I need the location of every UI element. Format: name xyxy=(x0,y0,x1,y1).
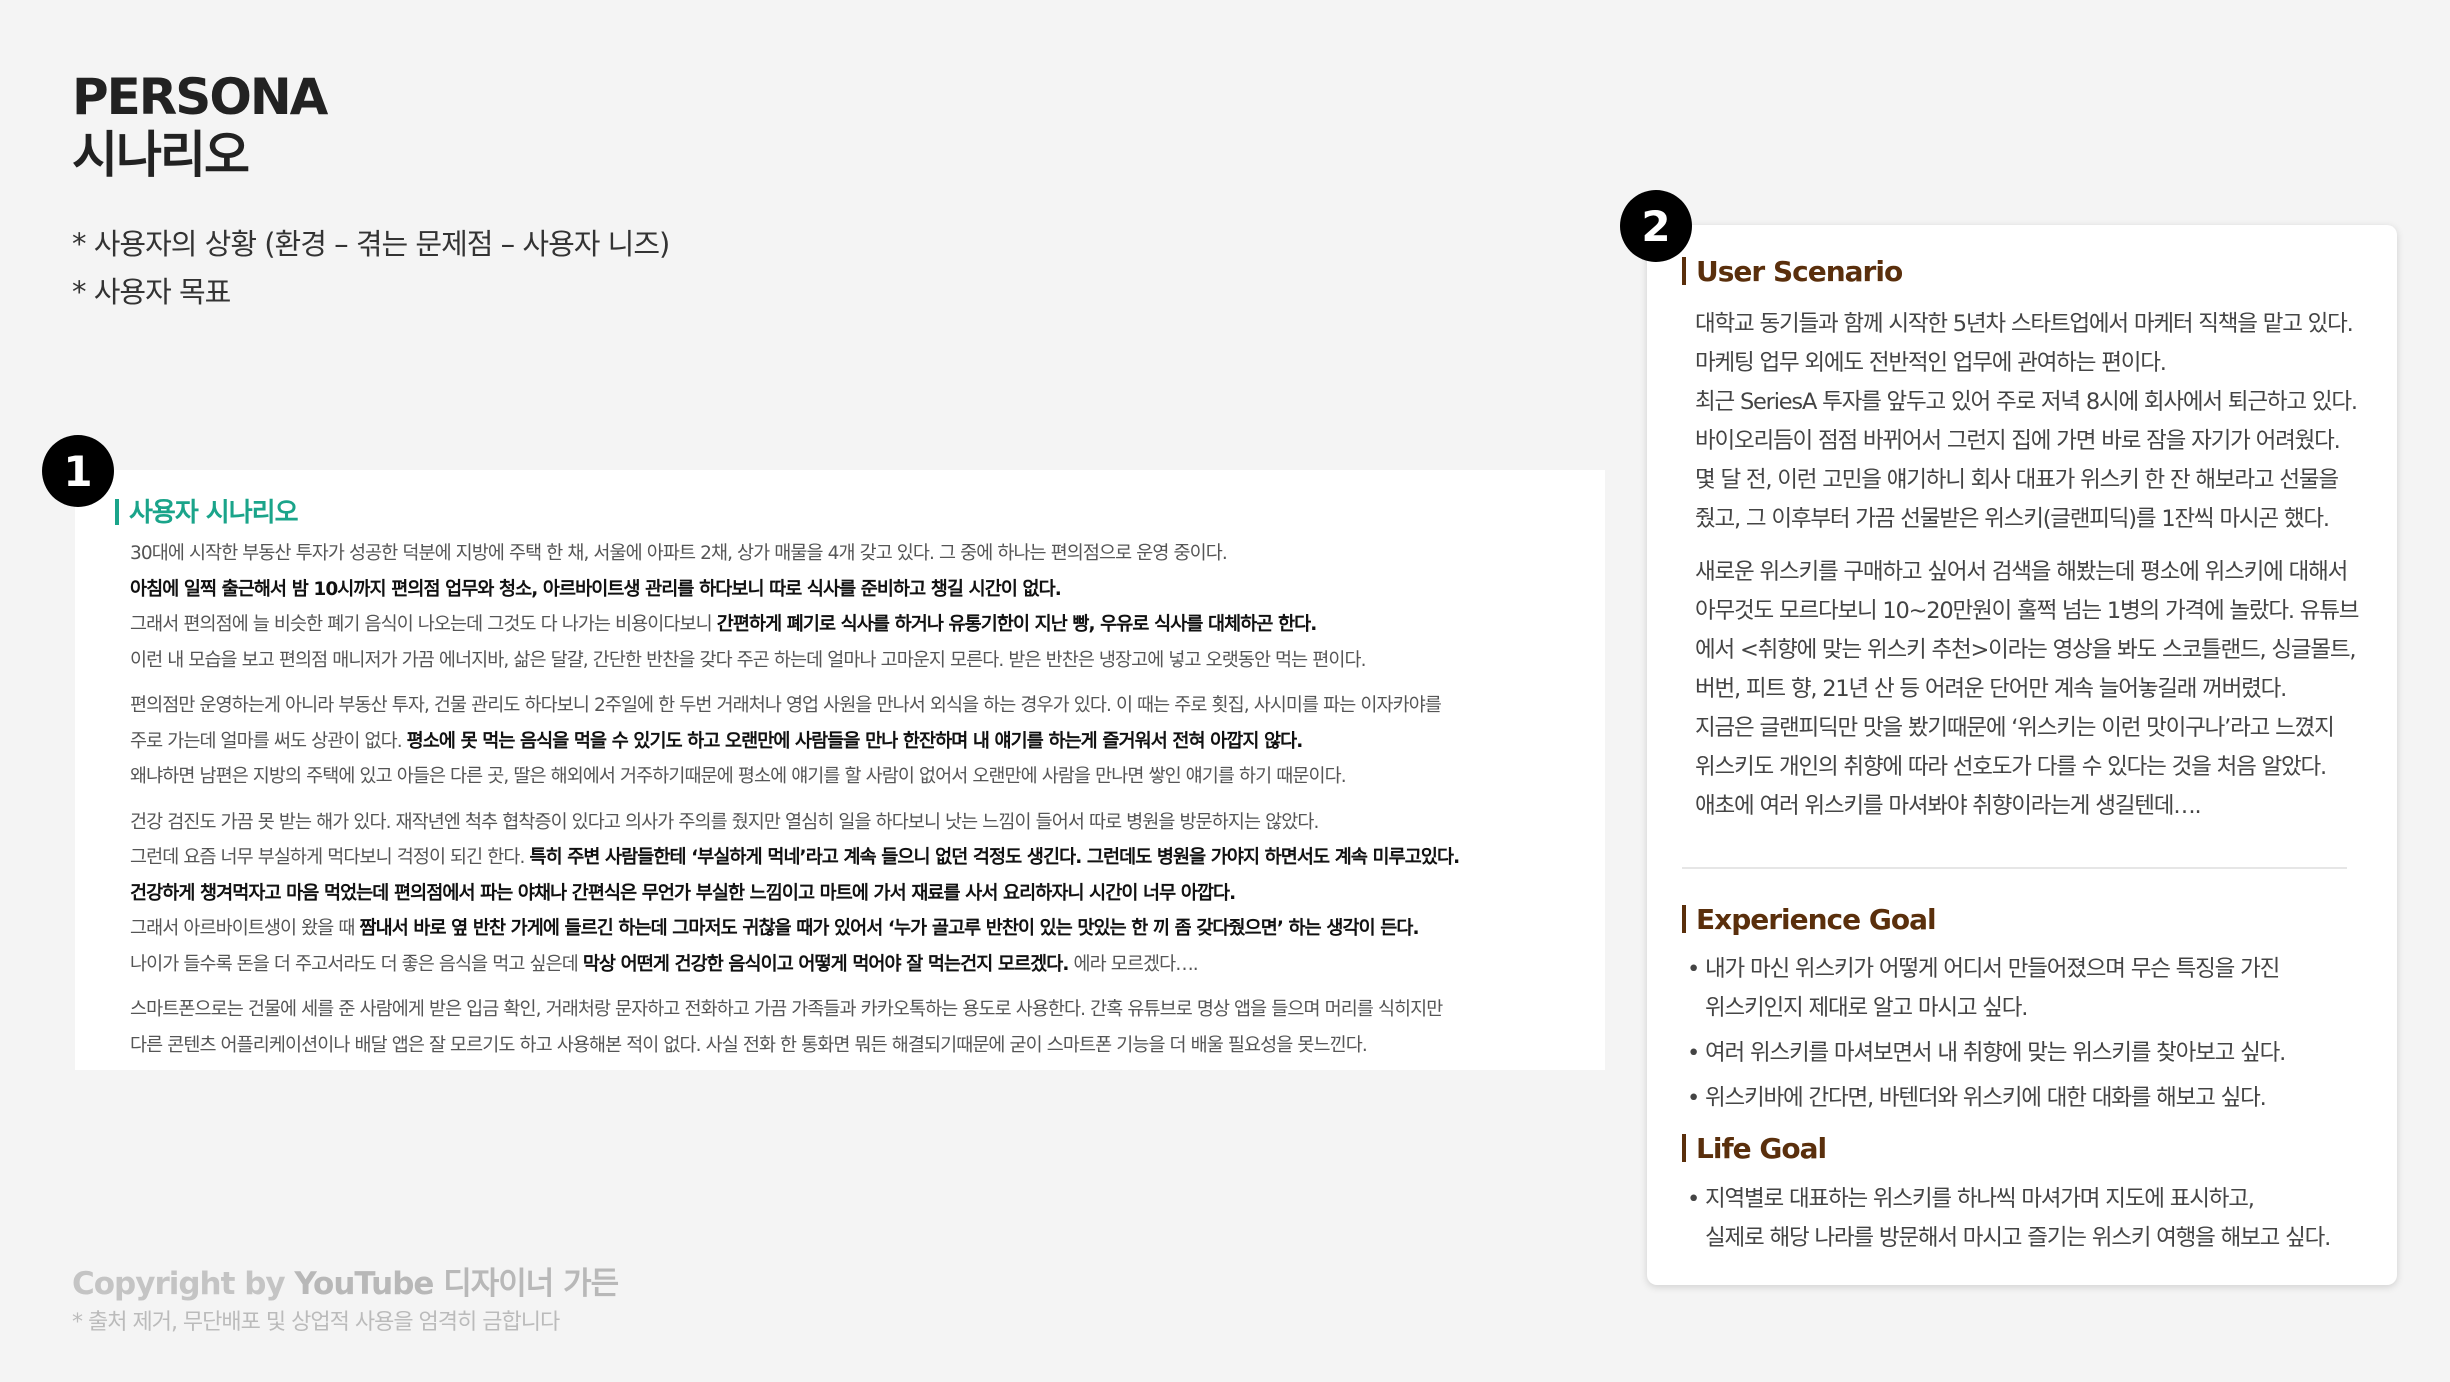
text-line: 편의점만 운영하는게 아니라 부동산 투자, 건물 관리도 하다보니 2주일에 … xyxy=(130,688,1590,724)
user-scenario-paragraph-2: 새로운 위스키를 구매하고 싶어서 검색을 해봤는데 평소에 위스키에 대해서아… xyxy=(1695,553,2375,826)
text-line: 버번, 피트 향, 21년 산 등 어려운 단어만 계속 늘어놓길래 꺼버렸다. xyxy=(1695,676,2287,702)
note-situation: * 사용자의 상황 (환경 – 겪는 문제점 – 사용자 니즈) xyxy=(72,227,670,261)
text-run: 30대에 시작한 부동산 투자가 성공한 덕분에 지방에 주택 한 채, 서울에… xyxy=(130,543,1228,564)
scenario-heading: 사용자 시나리오 xyxy=(115,492,298,529)
text-line: 다른 콘텐츠 어플리케이션이나 배달 앱은 잘 모르기도 하고 사용해본 적이 … xyxy=(130,1028,1590,1064)
emphasis-run: 간편하게 폐기로 식사를 하거나 유통기한이 지난 빵, 우유로 식사를 대체하… xyxy=(716,614,1318,635)
heading-bar xyxy=(115,499,119,525)
copyright-prefix: Copyright by xyxy=(72,1266,295,1302)
emphasis-run: 막상 어떤게 건강한 음식이고 어떻게 먹어야 잘 먹는건지 모르겠다. xyxy=(582,953,1070,975)
text-line: 애초에 여러 위스키를 마셔봐야 취향이라는게 생길텐데…. xyxy=(1695,793,2202,819)
text-line: 아침에 일찍 출근해서 밤 10시까지 편의점 업무와 청소, 아르바이트생 관… xyxy=(130,572,1590,608)
goal-line: 위스키바에 간다면, 바텐더와 위스키에 대한 대화를 해보고 싶다. xyxy=(1705,1085,2267,1111)
text-run: 편의점만 운영하는게 아니라 부동산 투자, 건물 관리도 하다보니 2주일에 … xyxy=(130,695,1442,716)
section-number-badge-1: 1 xyxy=(42,435,114,507)
section-number-badge-2: 2 xyxy=(1620,190,1692,262)
experience-goal-list: 내가 마신 위스키가 어떻게 어디서 만들어졌으며 무슨 특징을 가진위스키인지… xyxy=(1687,950,2367,1118)
scenario-paragraph-4: 스마트폰으로는 건물에 세를 준 사람에게 받은 입금 확인, 거래처랑 문자하… xyxy=(130,992,1590,1063)
user-scenario-heading: User Scenario xyxy=(1682,255,1903,288)
text-line: 바이오리듬이 점점 바뀌어서 그런지 집에 가면 바로 잠을 자기가 어려웠다. xyxy=(1695,428,2341,454)
user-scenario-heading-text: User Scenario xyxy=(1696,255,1903,288)
text-line: 최근 SeriesA 투자를 앞두고 있어 주로 저녁 8시에 회사에서 퇴근하… xyxy=(1695,389,2358,415)
text-line: 대학교 동기들과 함께 시작한 5년차 스타트업에서 마케터 직책을 맡고 있다… xyxy=(1695,311,2354,337)
goal-line: 내가 마신 위스키가 어떻게 어디서 만들어졌으며 무슨 특징을 가진 xyxy=(1705,956,2280,982)
experience-goal-heading-text: Experience Goal xyxy=(1696,903,1937,936)
text-run: 그래서 아르바이트생이 왔을 때 xyxy=(130,918,360,939)
copyright-brand: YouTube 디자이너 가든 xyxy=(294,1266,619,1302)
emphasis-run: 짬내서 바로 옆 반찬 가게에 들르긴 하는데 그마저도 귀찮을 때가 있어서 … xyxy=(359,918,1419,939)
text-line: 새로운 위스키를 구매하고 싶어서 검색을 해봤는데 평소에 위스키에 대해서 xyxy=(1695,559,2348,585)
text-line: 지금은 글랜피딕만 맛을 봤기때문에 ‘위스키는 이런 맛이구나’라고 느꼈지 xyxy=(1695,715,2335,741)
text-run: 나이가 들수록 돈을 더 주고서라도 더 좋은 음식을 먹고 싶은데 xyxy=(130,953,583,975)
experience-goal-body: 내가 마신 위스키가 어떻게 어디서 만들어졌으며 무슨 특징을 가진위스키인지… xyxy=(1687,950,2367,1124)
goal-line: 여러 위스키를 마셔보면서 내 취향에 맞는 위스키를 찾아보고 싶다. xyxy=(1705,1040,2286,1066)
text-line: 나이가 들수록 돈을 더 주고서라도 더 좋은 음식을 먹고 싶은데 막상 어떤… xyxy=(130,947,1590,983)
text-line: 주로 가는데 얼마를 써도 상관이 없다. 평소에 못 먹는 음식을 먹을 수 … xyxy=(130,724,1590,760)
scenario-paragraph-3: 건강 검진도 가끔 못 받는 해가 있다. 재작년엔 척추 협착증이 있다고 의… xyxy=(130,805,1590,983)
text-run: 주로 가는데 얼마를 써도 상관이 없다. xyxy=(130,730,407,752)
title-line-1: PERSONA xyxy=(72,68,328,126)
goal-item: 지역별로 대표하는 위스키를 하나씩 마셔가며 지도에 표시하고, 실제로 해당 … xyxy=(1687,1180,2367,1258)
heading-bar xyxy=(1682,1134,1686,1162)
goal-line: 위스키인지 제대로 알고 마시고 싶다. xyxy=(1705,995,2028,1021)
life-goal-list: 지역별로 대표하는 위스키를 하나씩 마셔가며 지도에 표시하고, 실제로 해당 … xyxy=(1687,1180,2367,1258)
text-run: 왜냐하면 남편은 지방의 주택에 있고 아들은 다른 곳, 딸은 해외에서 거주… xyxy=(130,766,1347,787)
text-run: 이런 내 모습을 보고 편의점 매니저가 가끔 에너지바, 삶은 달걀, 간단한… xyxy=(130,649,1367,671)
text-line: 그래서 아르바이트생이 왔을 때 짬내서 바로 옆 반찬 가게에 들르긴 하는데… xyxy=(130,911,1590,947)
section-divider xyxy=(1682,867,2347,869)
text-line: 몇 달 전, 이런 고민을 얘기하니 회사 대표가 위스키 한 잔 해보라고 선… xyxy=(1695,467,2339,493)
text-run: 그런데 요즘 너무 부실하게 먹다보니 걱정이 되긴 한다. xyxy=(130,847,530,868)
goal-line: 지역별로 대표하는 위스키를 하나씩 마셔가며 지도에 표시하고, xyxy=(1705,1186,2255,1212)
page-title: PERSONA 시나리오 xyxy=(72,68,328,184)
title-line-2: 시나리오 xyxy=(72,126,250,184)
persona-detail-card: User Scenario 대학교 동기들과 함께 시작한 5년차 스타트업에서… xyxy=(1647,225,2397,1285)
life-goal-heading: Life Goal xyxy=(1682,1132,1827,1165)
emphasis-run: 평소에 못 먹는 음식을 먹을 수 있기도 하고 오랜만에 사람들을 만나 한잔… xyxy=(406,730,1304,752)
copyright: Copyright by YouTube 디자이너 가든 xyxy=(72,1258,619,1303)
text-line: 에서 <취향에 맞는 위스키 추천>이라는 영상을 봐도 스코틀랜드, 싱글몰트… xyxy=(1695,637,2357,663)
goal-item: 위스키바에 간다면, 바텐더와 위스키에 대한 대화를 해보고 싶다. xyxy=(1687,1079,2367,1118)
goal-item: 여러 위스키를 마셔보면서 내 취향에 맞는 위스키를 찾아보고 싶다. xyxy=(1687,1034,2367,1073)
user-scenario-card-ko: 사용자 시나리오 30대에 시작한 부동산 투자가 성공한 덕분에 지방에 주택… xyxy=(75,470,1605,1070)
text-run: 건강 검진도 가끔 못 받는 해가 있다. 재작년엔 척추 협착증이 있다고 의… xyxy=(130,811,1319,833)
text-line: 줬고, 그 이후부터 가끔 선물받은 위스키(글랜피딕)를 1잔씩 마시곤 했다… xyxy=(1695,506,2330,532)
text-line: 왜냐하면 남편은 지방의 주택에 있고 아들은 다른 곳, 딸은 해외에서 거주… xyxy=(130,759,1590,795)
text-run: 에라 모르겠다…. xyxy=(1068,953,1198,975)
life-goal-body: 지역별로 대표하는 위스키를 하나씩 마셔가며 지도에 표시하고, 실제로 해당 … xyxy=(1687,1180,2367,1264)
text-line: 그래서 편의점에 늘 비슷한 폐기 음식이 나오는데 그것도 다 나가는 비용이… xyxy=(130,607,1590,643)
life-goal-heading-text: Life Goal xyxy=(1696,1132,1827,1165)
experience-goal-heading: Experience Goal xyxy=(1682,903,1937,936)
text-line: 이런 내 모습을 보고 편의점 매니저가 가끔 에너지바, 삶은 달걀, 간단한… xyxy=(130,643,1590,679)
heading-bar xyxy=(1682,905,1686,933)
text-line: 건강 검진도 가끔 못 받는 해가 있다. 재작년엔 척추 협착증이 있다고 의… xyxy=(130,805,1590,841)
scenario-body: 30대에 시작한 부동산 투자가 성공한 덕분에 지방에 주택 한 채, 서울에… xyxy=(130,536,1590,1073)
emphasis-run: 아침에 일찍 출근해서 밤 10시까지 편의점 업무와 청소, 아르바이트생 관… xyxy=(130,578,1062,600)
text-line: 위스키도 개인의 취향에 따라 선호도가 다를 수 있다는 것을 처음 알았다. xyxy=(1695,754,2327,780)
user-scenario-body: 대학교 동기들과 함께 시작한 5년차 스타트업에서 마케터 직책을 맡고 있다… xyxy=(1695,305,2375,840)
scenario-paragraph-2: 편의점만 운영하는게 아니라 부동산 투자, 건물 관리도 하다보니 2주일에 … xyxy=(130,688,1590,795)
user-scenario-paragraph-1: 대학교 동기들과 함께 시작한 5년차 스타트업에서 마케터 직책을 맡고 있다… xyxy=(1695,305,2375,539)
text-line: 건강하게 챙겨먹자고 마음 먹었는데 편의점에서 파는 야채나 간편식은 무언가… xyxy=(130,876,1590,912)
text-run: 그래서 편의점에 늘 비슷한 폐기 음식이 나오는데 그것도 다 나가는 비용이… xyxy=(130,614,717,635)
scenario-paragraph-1: 30대에 시작한 부동산 투자가 성공한 덕분에 지방에 주택 한 채, 서울에… xyxy=(130,536,1590,678)
text-line: 스마트폰으로는 건물에 세를 준 사람에게 받은 입금 확인, 거래처랑 문자하… xyxy=(130,992,1590,1028)
heading-bar xyxy=(1682,257,1686,285)
emphasis-run: 특히 주변 사람들한테 ‘부실하게 먹네’라고 계속 들으니 없던 걱정도 생긴… xyxy=(529,847,1460,868)
scenario-heading-text: 사용자 시나리오 xyxy=(129,498,298,528)
text-line: 마케팅 업무 외에도 전반적인 업무에 관여하는 편이다. xyxy=(1695,350,2167,376)
goal-item: 내가 마신 위스키가 어떻게 어디서 만들어졌으며 무슨 특징을 가진위스키인지… xyxy=(1687,950,2367,1028)
text-line: 아무것도 모르다보니 10~20만원이 훌쩍 넘는 1병의 가격에 놀랐다. 유… xyxy=(1695,598,2360,624)
text-run: 스마트폰으로는 건물에 세를 준 사람에게 받은 입금 확인, 거래처랑 문자하… xyxy=(130,999,1443,1020)
usage-footnote: * 출처 제거, 무단배포 및 상업적 사용을 엄격히 금합니다 xyxy=(72,1310,560,1335)
goal-line: 실제로 해당 나라를 방문해서 마시고 즐기는 위스키 여행을 해보고 싶다. xyxy=(1705,1225,2331,1251)
emphasis-run: 건강하게 챙겨먹자고 마음 먹었는데 편의점에서 파는 야채나 간편식은 무언가… xyxy=(130,882,1236,904)
text-line: 그런데 요즘 너무 부실하게 먹다보니 걱정이 되긴 한다. 특히 주변 사람들… xyxy=(130,840,1590,876)
header-notes: * 사용자의 상황 (환경 – 겪는 문제점 – 사용자 니즈) * 사용자 목… xyxy=(72,220,670,316)
note-goal: * 사용자 목표 xyxy=(72,275,231,309)
text-run: 다른 콘텐츠 어플리케이션이나 배달 앱은 잘 모르기도 하고 사용해본 적이 … xyxy=(130,1034,1368,1056)
text-line: 30대에 시작한 부동산 투자가 성공한 덕분에 지방에 주택 한 채, 서울에… xyxy=(130,536,1590,572)
